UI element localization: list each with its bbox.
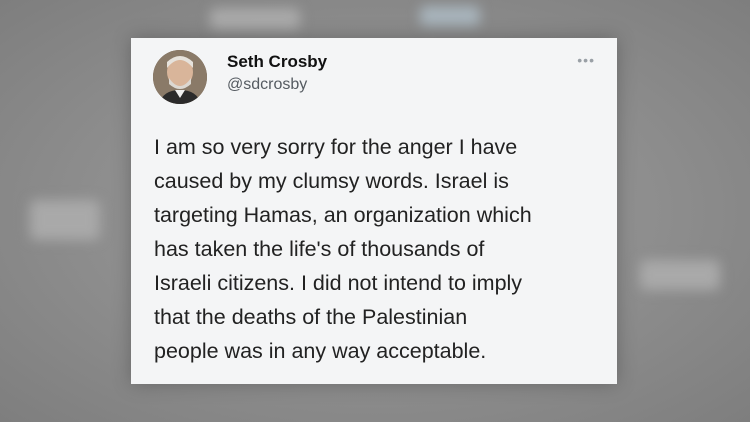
author-name[interactable]: Seth Crosby [227, 52, 327, 72]
background-blur-shape [420, 6, 480, 26]
tweet-text-line: I am so very sorry for the anger I have [154, 135, 518, 159]
tweet-text: I am so very sorry for the anger I have … [154, 130, 604, 368]
more-options-icon[interactable]: ••• [577, 52, 595, 68]
author-handle[interactable]: @sdcrosby [227, 76, 307, 94]
tweet-text-line: people was in any way acceptable. [154, 339, 487, 363]
avatar[interactable] [153, 50, 207, 104]
background-blur-shape [210, 8, 300, 30]
tweet-text-line: Israeli citizens. I did not intend to im… [154, 271, 523, 295]
avatar-photo-icon [153, 50, 207, 104]
tweet-text-line: caused by my clumsy words. Israel is [154, 169, 509, 193]
background-blur-shape [640, 260, 720, 290]
tweet-text-line: has taken the life's of thousands of [154, 237, 485, 261]
tweet-card: Seth Crosby @sdcrosby ••• I am so very s… [131, 38, 617, 384]
tweet-text-line: targeting Hamas, an organization which [154, 203, 532, 227]
background-blur-shape [30, 200, 100, 240]
tweet-text-line: that the deaths of the Palestinian [154, 305, 468, 329]
